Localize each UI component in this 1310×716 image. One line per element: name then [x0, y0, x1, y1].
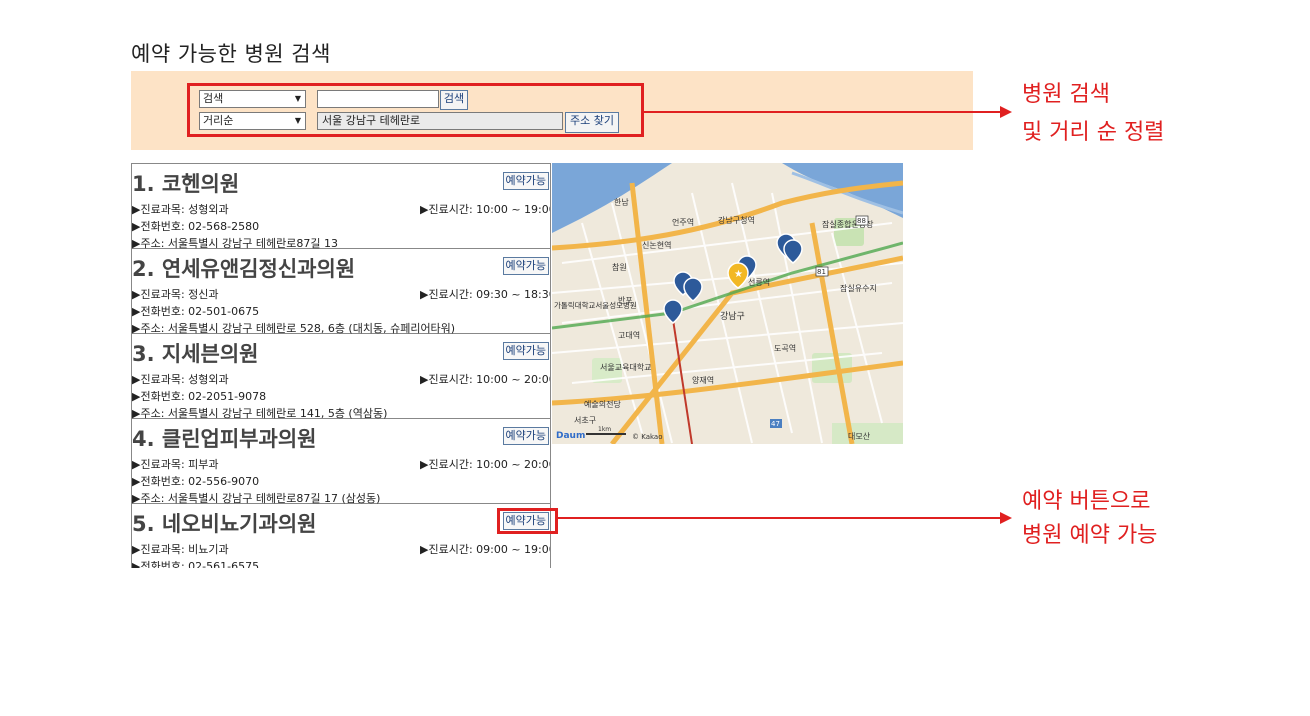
map-label: 고대역: [618, 330, 640, 340]
map-label: 양재역: [692, 375, 714, 385]
hospital-phone: ▶전화번호: 02-561-6575: [132, 560, 260, 568]
reserve-arrow-line: [558, 517, 1002, 519]
hospital-dept: ▶진료과목: 정신과: [132, 288, 219, 301]
reserve-button[interactable]: 예약가능: [502, 172, 549, 190]
map-view[interactable]: 한남 참원 반포 고대역 서울교육대학교 예술의전당 서초구 강남구청역 언주역…: [552, 163, 903, 444]
arrow-right-icon: [1000, 106, 1012, 118]
hospital-hours: ▶진료시간: 09:00 ~ 19:00: [420, 543, 551, 556]
hospital-name[interactable]: 2. 연세유앤김정신과의원: [132, 253, 355, 283]
map-label: 도곡역: [774, 343, 796, 353]
search-note-line1: 병원 검색: [1022, 82, 1110, 107]
road-number: 47: [771, 420, 780, 428]
map-brand-logo: Daum: [556, 431, 585, 441]
reserve-highlight-box: [497, 508, 558, 534]
map-label: 대모산: [848, 431, 871, 441]
road-number: 88: [857, 217, 866, 225]
reserve-note-line1: 예약 버튼으로: [1022, 489, 1151, 514]
hospital-hours: ▶진료시간: 10:00 ~ 20:00: [420, 458, 551, 471]
search-arrow-line: [644, 111, 1002, 113]
list-item: 5. 네오비뇨기과의원 예약가능 ▶진료과목: 비뇨기과 ▶진료시간: 09:0…: [132, 504, 550, 568]
hospital-hours: ▶진료시간: 10:00 ~ 19:00: [420, 203, 551, 216]
search-note-line2: 및 거리 순 정렬: [1022, 120, 1165, 145]
map-label: 참원: [612, 262, 627, 272]
map-label: 가톨릭대학교서울성모병원: [554, 300, 637, 310]
map-label: 서초구: [574, 416, 596, 425]
hospital-name[interactable]: 5. 네오비뇨기과의원: [132, 508, 316, 538]
hospital-hours: ▶진료시간: 09:30 ~ 18:30: [420, 288, 551, 301]
list-item: 2. 연세유앤김정신과의원 예약가능 ▶진료과목: 정신과 ▶진료시간: 09:…: [132, 249, 551, 335]
search-highlight-box: [187, 83, 644, 137]
map-label: 언주역: [672, 217, 694, 227]
svg-text:★: ★: [734, 269, 743, 280]
hospital-hours: ▶진료시간: 10:00 ~ 20:00: [420, 373, 551, 386]
hospital-dept: ▶진료과목: 성형외과: [132, 203, 229, 216]
map-scale: 1km: [598, 426, 611, 433]
list-item: 3. 지세븐의원 예약가능 ▶진료과목: 성형외과 ▶진료시간: 10:00 ~…: [132, 334, 551, 420]
reserve-button[interactable]: 예약가능: [502, 342, 549, 360]
road-number: 81: [817, 268, 826, 276]
map-label: 한남: [614, 198, 629, 207]
hospital-name[interactable]: 1. 코헨의원: [132, 168, 239, 198]
hospital-name[interactable]: 3. 지세븐의원: [132, 338, 259, 368]
hospital-dept: ▶진료과목: 비뇨기과: [132, 543, 229, 556]
reserve-button[interactable]: 예약가능: [502, 257, 549, 275]
reserve-note: 예약 버튼으로 병원 예약 가능: [1022, 485, 1157, 553]
page-title: 예약 가능한 병원 검색: [131, 42, 331, 66]
map-label: 강남구청역: [718, 215, 755, 225]
hospital-phone: ▶전화번호: 02-556-9070: [132, 475, 260, 488]
hospital-phone: ▶전화번호: 02-501-0675: [132, 305, 260, 318]
list-item: 1. 코헨의원 예약가능 ▶진료과목: 성형외과 ▶진료시간: 10:00 ~ …: [132, 164, 551, 250]
map-canvas: 한남 참원 반포 고대역 서울교육대학교 예술의전당 서초구 강남구청역 언주역…: [552, 163, 903, 444]
list-item: 4. 클린업피부과의원 예약가능 ▶진료과목: 피부과 ▶진료시간: 10:00…: [132, 419, 551, 505]
map-label: 예술의전당: [584, 399, 621, 409]
map-label: 신논현역: [642, 240, 671, 250]
map-label: 선릉역: [748, 277, 770, 287]
hospital-name[interactable]: 4. 클린업피부과의원: [132, 423, 316, 453]
map-label: 잠실유수지: [840, 283, 877, 293]
map-copyright: © Kakao: [632, 433, 663, 441]
hospital-dept: ▶진료과목: 성형외과: [132, 373, 229, 386]
map-label: 강남구: [720, 311, 745, 322]
arrow-right-icon: [1000, 512, 1012, 524]
hospital-phone: ▶전화번호: 02-2051-9078: [132, 390, 267, 403]
reserve-note-line2: 병원 예약 가능: [1022, 523, 1158, 548]
hospital-list[interactable]: 1. 코헨의원 예약가능 ▶진료과목: 성형외과 ▶진료시간: 10:00 ~ …: [131, 163, 551, 568]
hospital-dept: ▶진료과목: 피부과: [132, 458, 219, 471]
search-note: 병원 검색 및 거리 순 정렬: [1022, 78, 1164, 150]
map-label: 서울교육대학교: [600, 362, 652, 372]
hospital-phone: ▶전화번호: 02-568-2580: [132, 220, 260, 233]
reserve-button[interactable]: 예약가능: [502, 427, 549, 445]
